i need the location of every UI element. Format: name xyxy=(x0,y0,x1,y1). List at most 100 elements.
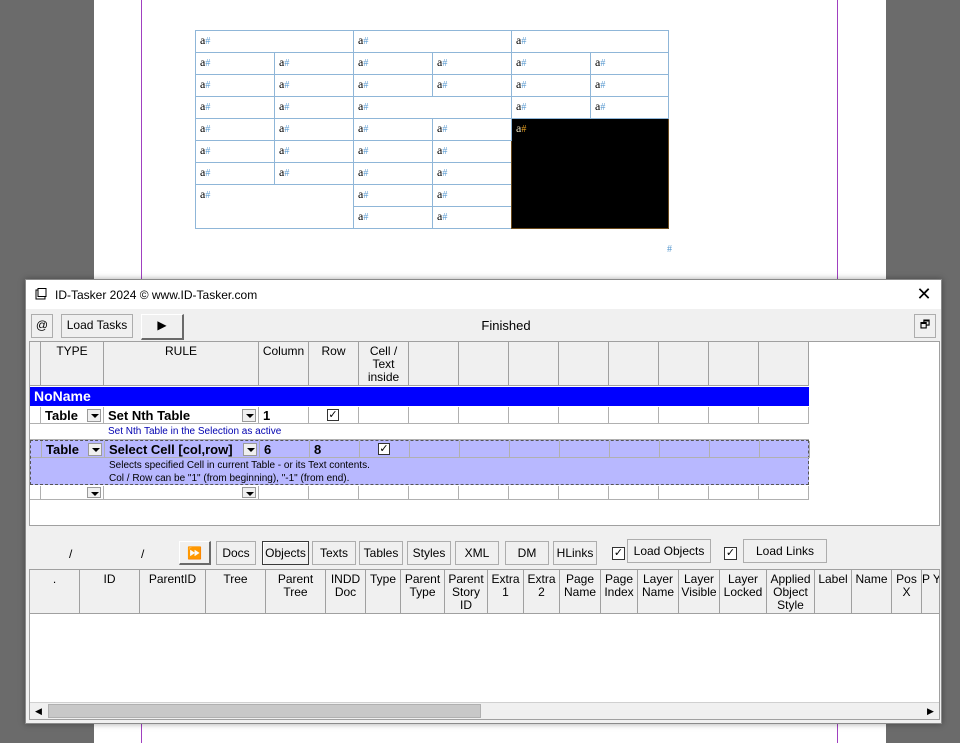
close-icon[interactable]: ✕ xyxy=(913,283,935,305)
param-cell[interactable] xyxy=(559,486,609,500)
type-combo[interactable]: Table xyxy=(42,441,105,458)
table-cell[interactable]: a# xyxy=(432,118,513,141)
cell-text-checkbox[interactable]: ✓ xyxy=(378,443,390,455)
load-links-checkbox[interactable]: ✓ xyxy=(724,547,737,560)
load-links-button[interactable]: Load Links xyxy=(743,539,827,563)
dropdown-arrow-icon[interactable] xyxy=(87,487,101,498)
grid-header-type[interactable]: TYPE xyxy=(41,342,104,386)
objects-header[interactable]: Parent Tree xyxy=(266,570,326,614)
scroll-right-icon[interactable]: ▶ xyxy=(922,703,939,719)
objects-header[interactable]: Layer Visible xyxy=(679,570,720,614)
objects-header[interactable]: Type xyxy=(366,570,401,614)
row-cell[interactable] xyxy=(309,486,359,500)
rule-combo[interactable]: Select Cell [col,row] xyxy=(105,441,260,458)
param-cell[interactable] xyxy=(659,486,709,500)
table-cell[interactable]: a# xyxy=(353,206,434,229)
objects-header[interactable]: Tree xyxy=(206,570,266,614)
grid-header-blank[interactable] xyxy=(509,342,559,386)
load-objects-button[interactable]: Load Objects xyxy=(627,539,711,563)
table-cell[interactable]: a# xyxy=(353,118,434,141)
table-cell[interactable]: a# xyxy=(590,96,670,119)
table-cell[interactable]: a# xyxy=(353,74,434,97)
grid-header-row[interactable]: Row xyxy=(309,342,359,386)
table-cell[interactable]: a# xyxy=(511,96,592,119)
objects-header[interactable]: Parent Story ID xyxy=(445,570,488,614)
scroll-thumb[interactable] xyxy=(48,704,481,718)
fast-forward-button[interactable]: ⏩ xyxy=(179,541,211,565)
document-table[interactable]: a# a# a# a# a# a# a# a# a# a# a# a# a# a… xyxy=(194,30,670,229)
table-cell[interactable]: a# xyxy=(353,52,434,75)
rule-combo[interactable] xyxy=(104,486,259,500)
row-cell[interactable]: ✓ xyxy=(309,407,359,424)
param-cell[interactable] xyxy=(710,441,760,458)
title-bar[interactable]: ID-Tasker 2024 © www.ID-Tasker.com ✕ xyxy=(26,280,941,309)
grid-header-blank[interactable] xyxy=(559,342,609,386)
objects-header[interactable]: Parent Type xyxy=(401,570,445,614)
table-cell[interactable]: a# xyxy=(195,74,275,97)
table-cell[interactable]: a# xyxy=(195,118,275,141)
cell-text-cell[interactable] xyxy=(359,486,409,500)
objects-header[interactable]: Page Index xyxy=(601,570,638,614)
param-cell[interactable] xyxy=(509,407,559,424)
cell-text-cell[interactable]: ✓ xyxy=(360,441,410,458)
at-button[interactable]: @ xyxy=(31,314,53,338)
param-cell[interactable] xyxy=(709,407,759,424)
dropdown-arrow-icon[interactable] xyxy=(242,487,256,498)
tab-dm[interactable]: DM xyxy=(505,541,549,565)
table-cell[interactable]: a# xyxy=(273,162,355,185)
objects-header[interactable]: Name xyxy=(852,570,892,614)
table-cell[interactable]: a# xyxy=(273,118,355,141)
table-cell[interactable]: a# xyxy=(195,162,275,185)
param-cell[interactable] xyxy=(760,441,810,458)
table-cell[interactable]: a# xyxy=(273,140,355,163)
row-checkbox[interactable]: ✓ xyxy=(327,409,339,421)
new-rule-row[interactable] xyxy=(30,486,809,500)
rule-row-selected[interactable]: Table Select Cell [col,row] 6 8 ✓ Select… xyxy=(30,440,810,485)
tab-tables[interactable]: Tables xyxy=(359,541,403,565)
column-cell[interactable]: 6 xyxy=(260,441,310,458)
objects-header[interactable]: Extra 2 xyxy=(524,570,560,614)
table-cell[interactable]: a# xyxy=(432,206,513,229)
dropdown-arrow-icon[interactable] xyxy=(88,443,102,456)
tab-xml[interactable]: XML xyxy=(455,541,499,565)
table-cell[interactable]: a# xyxy=(353,184,434,207)
horizontal-scrollbar[interactable]: ◀ ▶ xyxy=(30,702,939,719)
table-cell[interactable]: a# xyxy=(273,96,355,119)
param-cell[interactable] xyxy=(460,441,510,458)
grid-header-rule[interactable]: RULE xyxy=(104,342,259,386)
grid-header-blank[interactable] xyxy=(659,342,709,386)
task-group-name[interactable]: NoName xyxy=(30,387,809,406)
table-cell[interactable]: a# xyxy=(195,52,275,75)
load-tasks-button[interactable]: Load Tasks xyxy=(61,314,133,338)
param-cell[interactable] xyxy=(459,407,509,424)
param-cell[interactable] xyxy=(510,441,560,458)
param-cell[interactable] xyxy=(759,407,809,424)
grid-header-blank[interactable] xyxy=(609,342,659,386)
restore-icon[interactable]: 🗗 xyxy=(914,314,936,338)
param-cell[interactable] xyxy=(560,441,610,458)
param-cell[interactable] xyxy=(409,486,459,500)
param-cell[interactable] xyxy=(509,486,559,500)
param-cell[interactable] xyxy=(660,441,710,458)
grid-header-blank[interactable] xyxy=(709,342,759,386)
objects-header[interactable]: Label xyxy=(815,570,852,614)
objects-header[interactable]: Page Name xyxy=(560,570,601,614)
param-cell[interactable] xyxy=(610,441,660,458)
table-cell[interactable]: a# xyxy=(511,30,670,53)
objects-header[interactable]: ParentID xyxy=(140,570,206,614)
table-cell[interactable]: a# xyxy=(195,96,275,119)
type-combo[interactable]: Table xyxy=(41,407,104,424)
table-cell[interactable]: a# xyxy=(194,184,355,229)
table-cell[interactable]: a# xyxy=(511,52,592,75)
table-cell[interactable]: a# xyxy=(353,162,434,185)
objects-header[interactable]: Applied Object Style xyxy=(767,570,815,614)
grid-header-cell-text[interactable]: Cell / Text inside xyxy=(359,342,409,386)
objects-header[interactable]: Extra 1 xyxy=(488,570,524,614)
tab-docs[interactable]: Docs xyxy=(216,541,256,565)
table-cell[interactable]: a# xyxy=(353,140,434,163)
table-cell[interactable]: a# xyxy=(273,74,355,97)
param-cell[interactable] xyxy=(559,407,609,424)
table-cell[interactable]: a# xyxy=(432,74,513,97)
grid-header-column[interactable]: Column xyxy=(259,342,309,386)
objects-header[interactable]: Layer Name xyxy=(638,570,679,614)
